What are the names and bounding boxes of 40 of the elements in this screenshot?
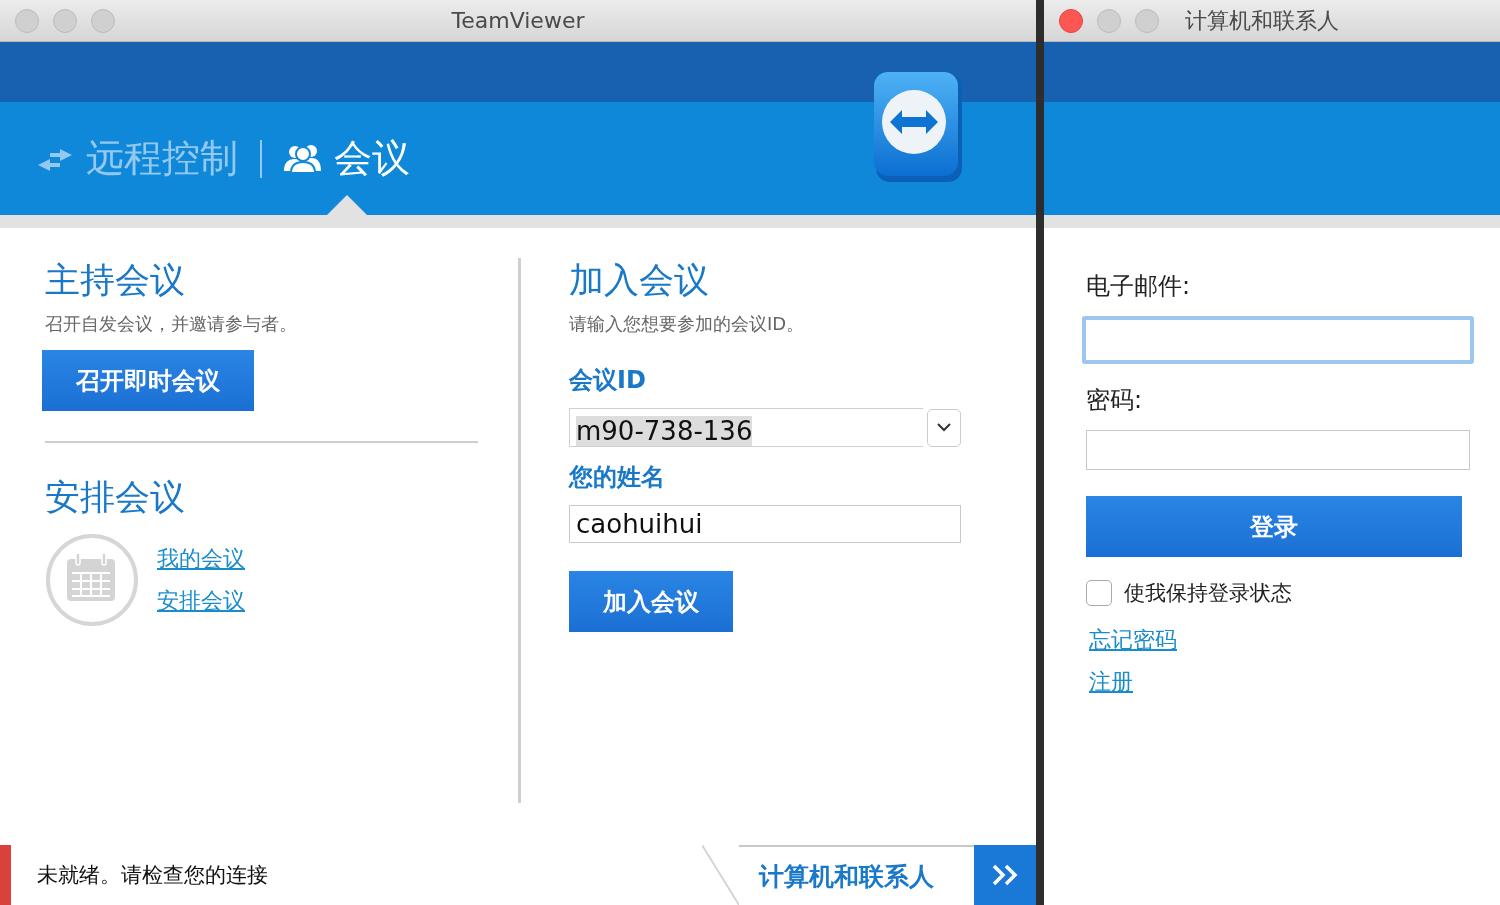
account-link[interactable]: 忘记密码 [1089,625,1177,655]
status-text: 未就绪。请检查您的连接 [37,862,268,889]
account-link[interactable]: 注册 [1089,667,1133,697]
minimize-button[interactable] [53,8,77,33]
name-field[interactable]: caohuihui [569,505,961,543]
window-title: 计算机和联系人 [1185,6,1339,35]
chevron-down-icon [937,423,951,432]
checkbox[interactable] [1086,580,1112,606]
description-text: 请输入您想要参加的会议ID。 [569,312,805,336]
window-title: TeamViewer [451,8,585,33]
close-button[interactable] [1059,8,1083,33]
field-label: 密码: [1086,385,1143,416]
double-chevron-icon [992,864,1018,886]
section-heading: 加入会议 [569,259,709,302]
password-field[interactable] [1086,430,1470,470]
minimize-button[interactable] [1097,8,1121,33]
email-field[interactable] [1082,316,1474,364]
zoom-button[interactable] [1135,8,1159,33]
field-label: 电子邮件: [1086,271,1191,302]
checkbox-label: 使我保持登录状态 [1124,580,1292,607]
section-heading: 主持会议 [45,259,185,302]
meeting-id-field[interactable]: m90-738-136 [569,408,923,447]
description-text: 召开自发会议，并邀请参与者。 [45,312,297,336]
close-button[interactable] [15,8,39,33]
zoom-button[interactable] [91,8,115,33]
tab[interactable]: 会议 [284,128,410,189]
section-heading: 安排会议 [45,476,185,519]
meeting-link[interactable]: 安排会议 [157,586,245,616]
people-icon [284,143,322,174]
field-label: 您的姓名 [569,462,665,493]
login-button[interactable]: 登录 [1086,496,1462,557]
dropdown-button[interactable] [927,408,961,447]
start-meeting-button[interactable]: 召开即时会议 [42,350,254,411]
join-meeting-button[interactable]: 加入会议 [569,571,733,632]
field-label: 会议ID [569,365,646,396]
meeting-link[interactable]: 我的会议 [157,544,245,574]
expand-button[interactable] [974,845,1036,905]
calendar-icon [45,533,139,627]
contacts-panel-button[interactable]: 计算机和联系人 [702,845,974,905]
tab-divider [260,139,262,178]
